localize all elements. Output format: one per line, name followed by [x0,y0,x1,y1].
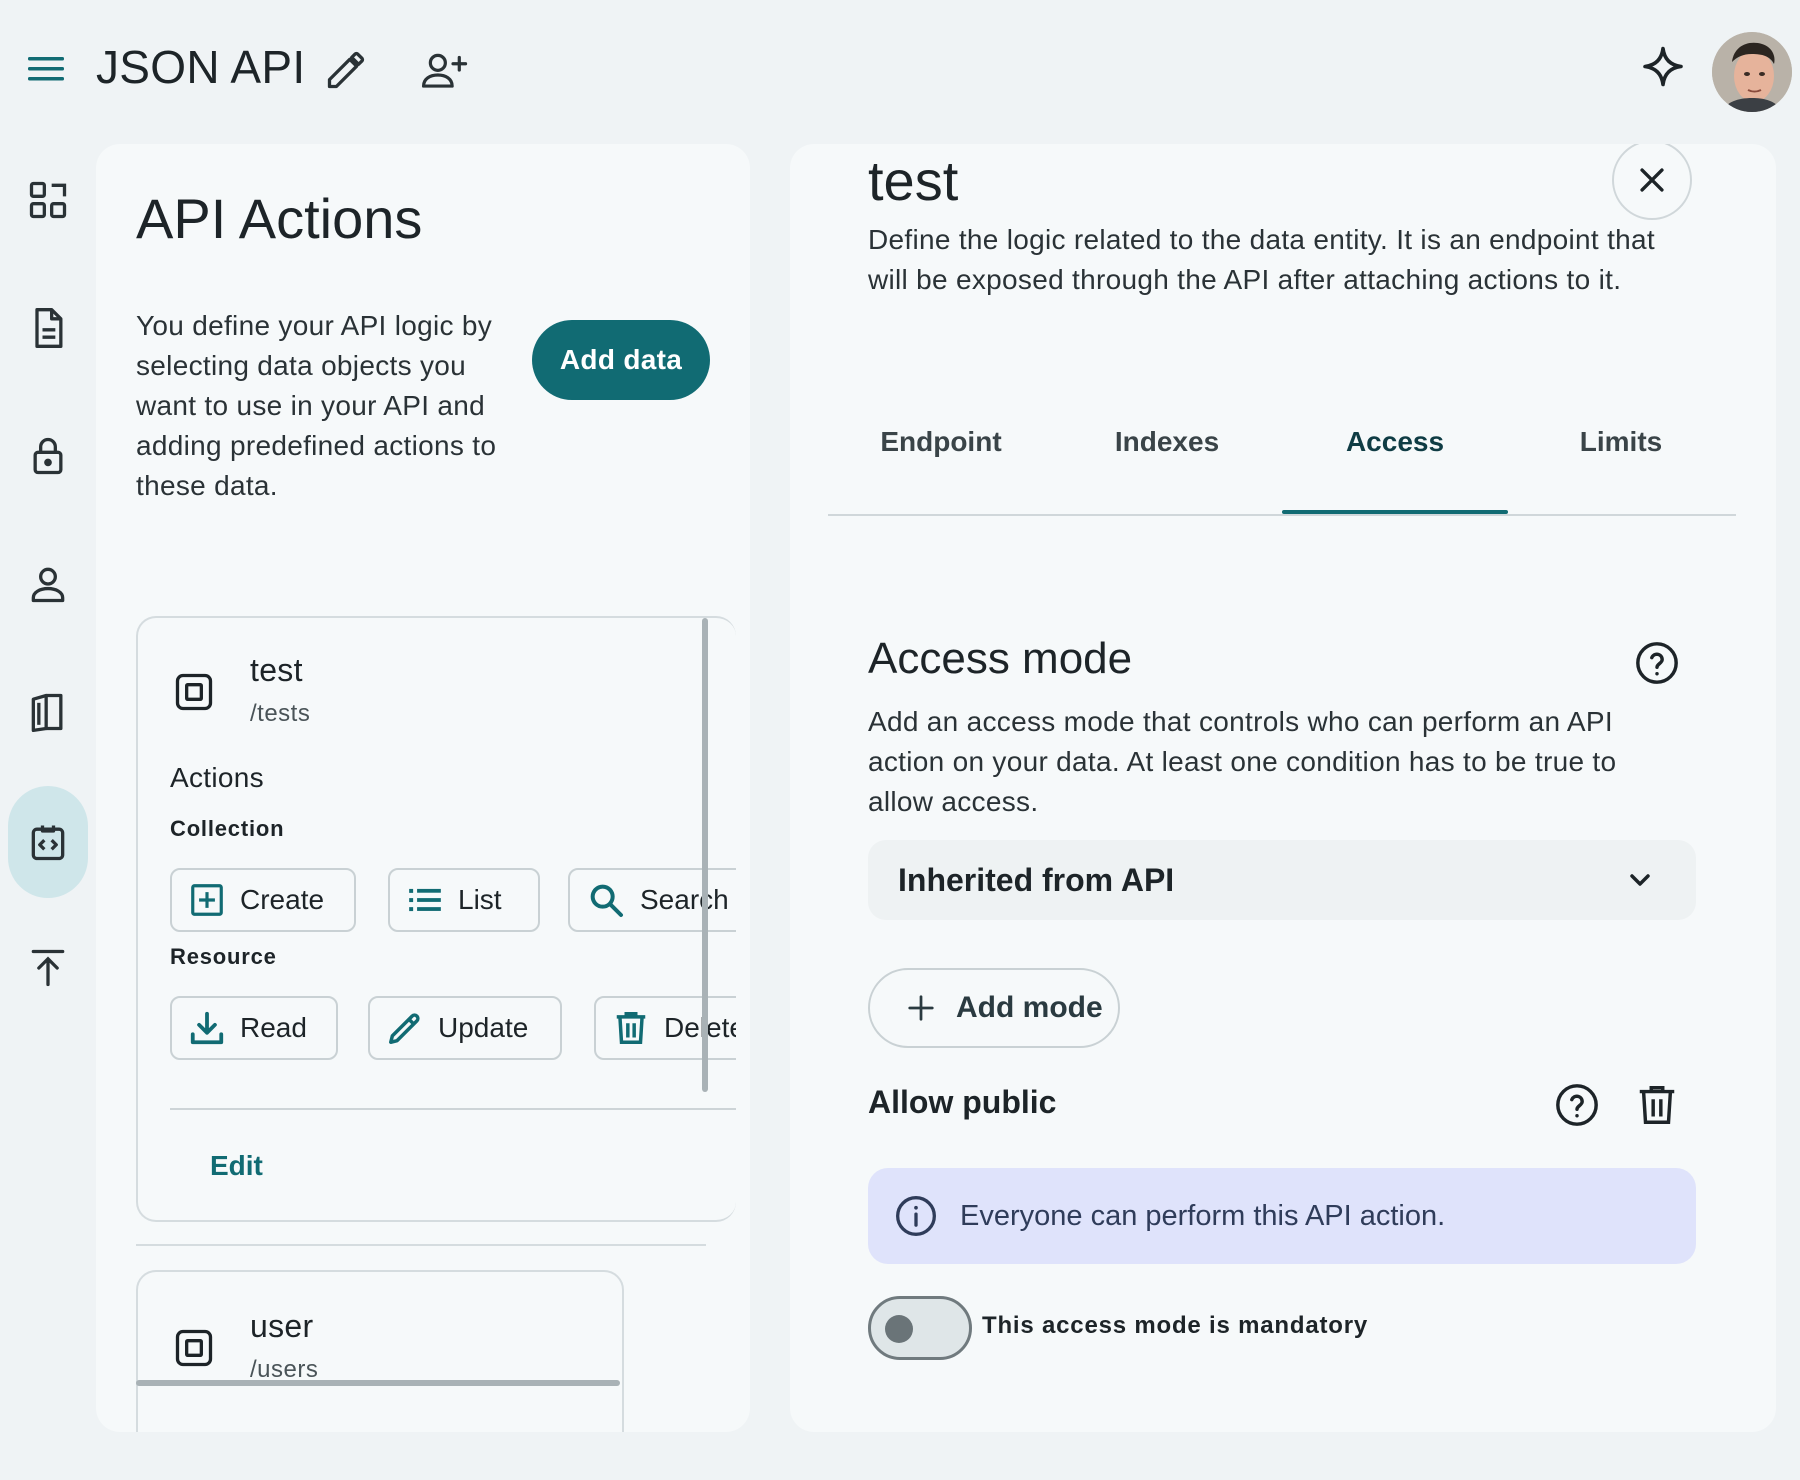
entity-card-user[interactable]: user /users [136,1270,624,1432]
access-mode-select[interactable]: Inherited from API [868,840,1696,920]
trash-icon [612,1009,650,1047]
entity-card-test: test /tests Actions Collection Create Li… [136,616,736,1222]
avatar[interactable] [1712,32,1792,112]
horizontal-scrollbar[interactable] [136,1380,620,1386]
rail-dashboard[interactable] [8,160,88,240]
info-text: Everyone can perform this API action. [960,1199,1446,1232]
entity-description: Define the logic related to the data ent… [868,220,1728,300]
list-divider [136,1244,706,1246]
search-icon [586,880,626,920]
update-action-chip[interactable]: Update [368,996,562,1060]
description-line: adding predefined actions to [136,430,497,461]
pencil-icon[interactable] [324,48,368,92]
entity-detail-panel: test Define the logic related to the dat… [790,144,1776,1432]
description-line: want to use in your API and [136,390,485,421]
chip-label: Read [240,1012,307,1043]
list-action-chip[interactable]: List [388,868,540,932]
tab-indexes[interactable]: Indexes [1054,426,1280,458]
access-mode-title: Access mode [868,634,1133,683]
chip-label: Create [240,884,325,915]
download-icon [188,1009,226,1047]
description-line: selecting data objects you [136,350,467,381]
tab-limits[interactable]: Limits [1508,426,1734,458]
sparkle-icon[interactable] [1636,44,1690,98]
rail-documents[interactable] [8,288,88,368]
entity-name: user [250,1308,314,1344]
mode-help-icon[interactable] [1554,1082,1600,1128]
app-title: JSON API [96,41,306,93]
info-banner: Everyone can perform this API action. [868,1168,1696,1264]
help-icon[interactable] [1634,640,1680,686]
close-icon [1635,163,1669,197]
entity-icon [172,1326,216,1370]
panel-title: API Actions [136,187,423,250]
tab-endpoint[interactable]: Endpoint [828,426,1054,458]
book-icon [26,690,70,734]
person-icon [26,562,70,606]
actions-label: Actions [170,762,264,793]
tab-divider [828,514,1736,516]
panel-description: You define your API logic by selecting d… [136,306,536,506]
description-line: will be exposed through the API after at… [868,264,1622,295]
rail-users[interactable] [8,544,88,624]
delete-mode-icon[interactable] [1634,1082,1680,1128]
entity-name: test [250,652,303,688]
edit-entity-link[interactable]: Edit [210,1150,263,1182]
document-icon [26,306,70,350]
toggle-knob [885,1315,913,1343]
create-action-chip[interactable]: Create [170,868,356,932]
entity-title: test [868,149,959,212]
chip-label: Update [438,1012,529,1043]
close-button[interactable] [1612,144,1692,220]
rail-docs[interactable] [8,672,88,752]
read-action-chip[interactable]: Read [170,996,338,1060]
list-icon [406,881,444,919]
entity-icon [172,670,216,714]
select-value: Inherited from API [898,861,1175,898]
description-line: action on your data. At least one condit… [868,746,1617,777]
chip-label: List [458,884,502,915]
add-box-icon [188,881,226,919]
access-description: Add an access mode that controls who can… [868,702,1728,822]
resource-label: Resource [170,944,277,969]
chip-label: Delete [664,1012,736,1043]
description-line: these data. [136,470,278,501]
rail-deploy[interactable] [8,928,88,1008]
tab-access[interactable]: Access [1282,426,1508,458]
api-actions-panel: API Actions You define your API logic by… [96,144,750,1432]
mandatory-label: This access mode is mandatory [982,1312,1369,1339]
collection-label: Collection [170,816,285,841]
description-line: Define the logic related to the data ent… [868,224,1655,255]
mandatory-toggle[interactable] [868,1296,972,1360]
access-mode-name: Allow public [868,1084,1057,1120]
card-divider [170,1108,736,1110]
info-icon [894,1194,938,1238]
dashboard-icon [26,178,70,222]
upload-icon [26,946,70,990]
rail-security[interactable] [8,416,88,496]
lock-icon [26,434,70,478]
delete-action-chip[interactable]: Delete [594,996,736,1060]
plus-icon [906,993,936,1023]
menu-icon[interactable] [26,54,66,84]
description-line: You define your API logic by [136,310,493,341]
add-person-icon[interactable] [420,48,470,92]
api-icon [26,820,70,864]
description-line: Add an access mode that controls who can… [868,706,1613,737]
search-action-chip[interactable]: Search [568,868,736,932]
rail-api[interactable] [8,786,88,898]
add-mode-button[interactable]: Add mode [868,968,1120,1048]
add-mode-label: Add mode [956,991,1103,1024]
chevron-down-icon [1624,864,1656,896]
description-line: allow access. [868,786,1039,817]
pencil-icon [386,1009,424,1047]
add-data-button[interactable]: Add data [532,320,710,400]
card-scrollbar[interactable] [702,618,708,1092]
chip-label: Search [640,884,729,915]
entity-path: /tests [250,700,311,727]
